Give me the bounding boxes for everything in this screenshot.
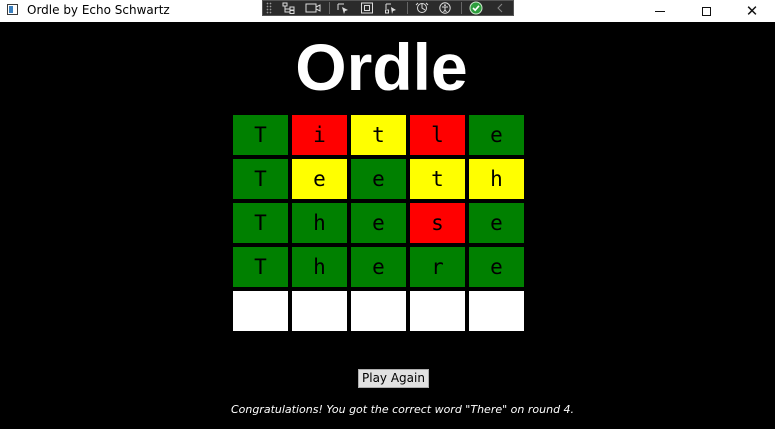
board-row: These [233, 203, 524, 243]
display-adorners-icon[interactable] [356, 1, 378, 15]
window-title: Ordle by Echo Schwartz [27, 3, 170, 17]
letter-tile: i [292, 115, 347, 155]
select-element-icon[interactable] [332, 1, 354, 15]
window-controls: ✕ [637, 0, 775, 22]
letter-tile: l [410, 115, 465, 155]
minimize-button[interactable] [637, 0, 683, 22]
letter-tile: t [410, 159, 465, 199]
letter-tile: e [469, 115, 524, 155]
binding-status-ok-icon[interactable] [465, 1, 487, 15]
letter-tile: e [351, 159, 406, 199]
maximize-icon [701, 6, 711, 16]
letter-tile [233, 291, 288, 331]
letter-tile [469, 291, 524, 331]
maximize-button[interactable] [683, 0, 729, 22]
letter-tile: e [351, 247, 406, 287]
letter-tile [351, 291, 406, 331]
letter-tile [292, 291, 347, 331]
letter-tile: h [292, 203, 347, 243]
letter-tile: e [351, 203, 406, 243]
guess-board: TitleTeethTheseThere [233, 115, 524, 335]
board-row: There [233, 247, 524, 287]
debug-toolbar [262, 0, 514, 16]
collapse-chevron-icon[interactable] [489, 1, 511, 15]
toolbar-separator [328, 2, 330, 14]
toolbar-grip-handle[interactable] [266, 2, 272, 14]
toolbar-separator [406, 2, 408, 14]
letter-tile: T [233, 115, 288, 155]
play-again-button[interactable]: Play Again [358, 369, 429, 388]
letter-tile: r [410, 247, 465, 287]
letter-tile: h [292, 247, 347, 287]
minimize-icon [655, 10, 665, 12]
letter-tile: h [469, 159, 524, 199]
letter-tile: T [233, 203, 288, 243]
letter-tile: e [292, 159, 347, 199]
letter-tile: e [469, 203, 524, 243]
letter-tile: T [233, 247, 288, 287]
accessibility-icon[interactable] [435, 1, 457, 15]
status-message: Congratulations! You got the correct wor… [230, 403, 575, 416]
board-row: Title [233, 115, 524, 155]
letter-tile [410, 291, 465, 331]
board-row: Teeth [233, 159, 524, 199]
letter-tile: s [410, 203, 465, 243]
track-focus-icon[interactable] [380, 1, 402, 15]
letter-tile: T [233, 159, 288, 199]
window-titlebar: Ordle by Echo Schwartz ✕ [0, 0, 775, 22]
app-title: Ordle [295, 30, 468, 104]
letter-tile: t [351, 115, 406, 155]
close-button[interactable]: ✕ [729, 0, 775, 22]
app-window-icon [7, 4, 18, 15]
hot-reload-icon[interactable] [411, 1, 433, 15]
board-row [233, 291, 524, 331]
live-visual-tree-icon[interactable] [278, 1, 300, 15]
close-icon: ✕ [745, 1, 759, 20]
letter-tile: e [469, 247, 524, 287]
record-icon[interactable] [302, 1, 324, 15]
toolbar-separator [461, 2, 463, 14]
